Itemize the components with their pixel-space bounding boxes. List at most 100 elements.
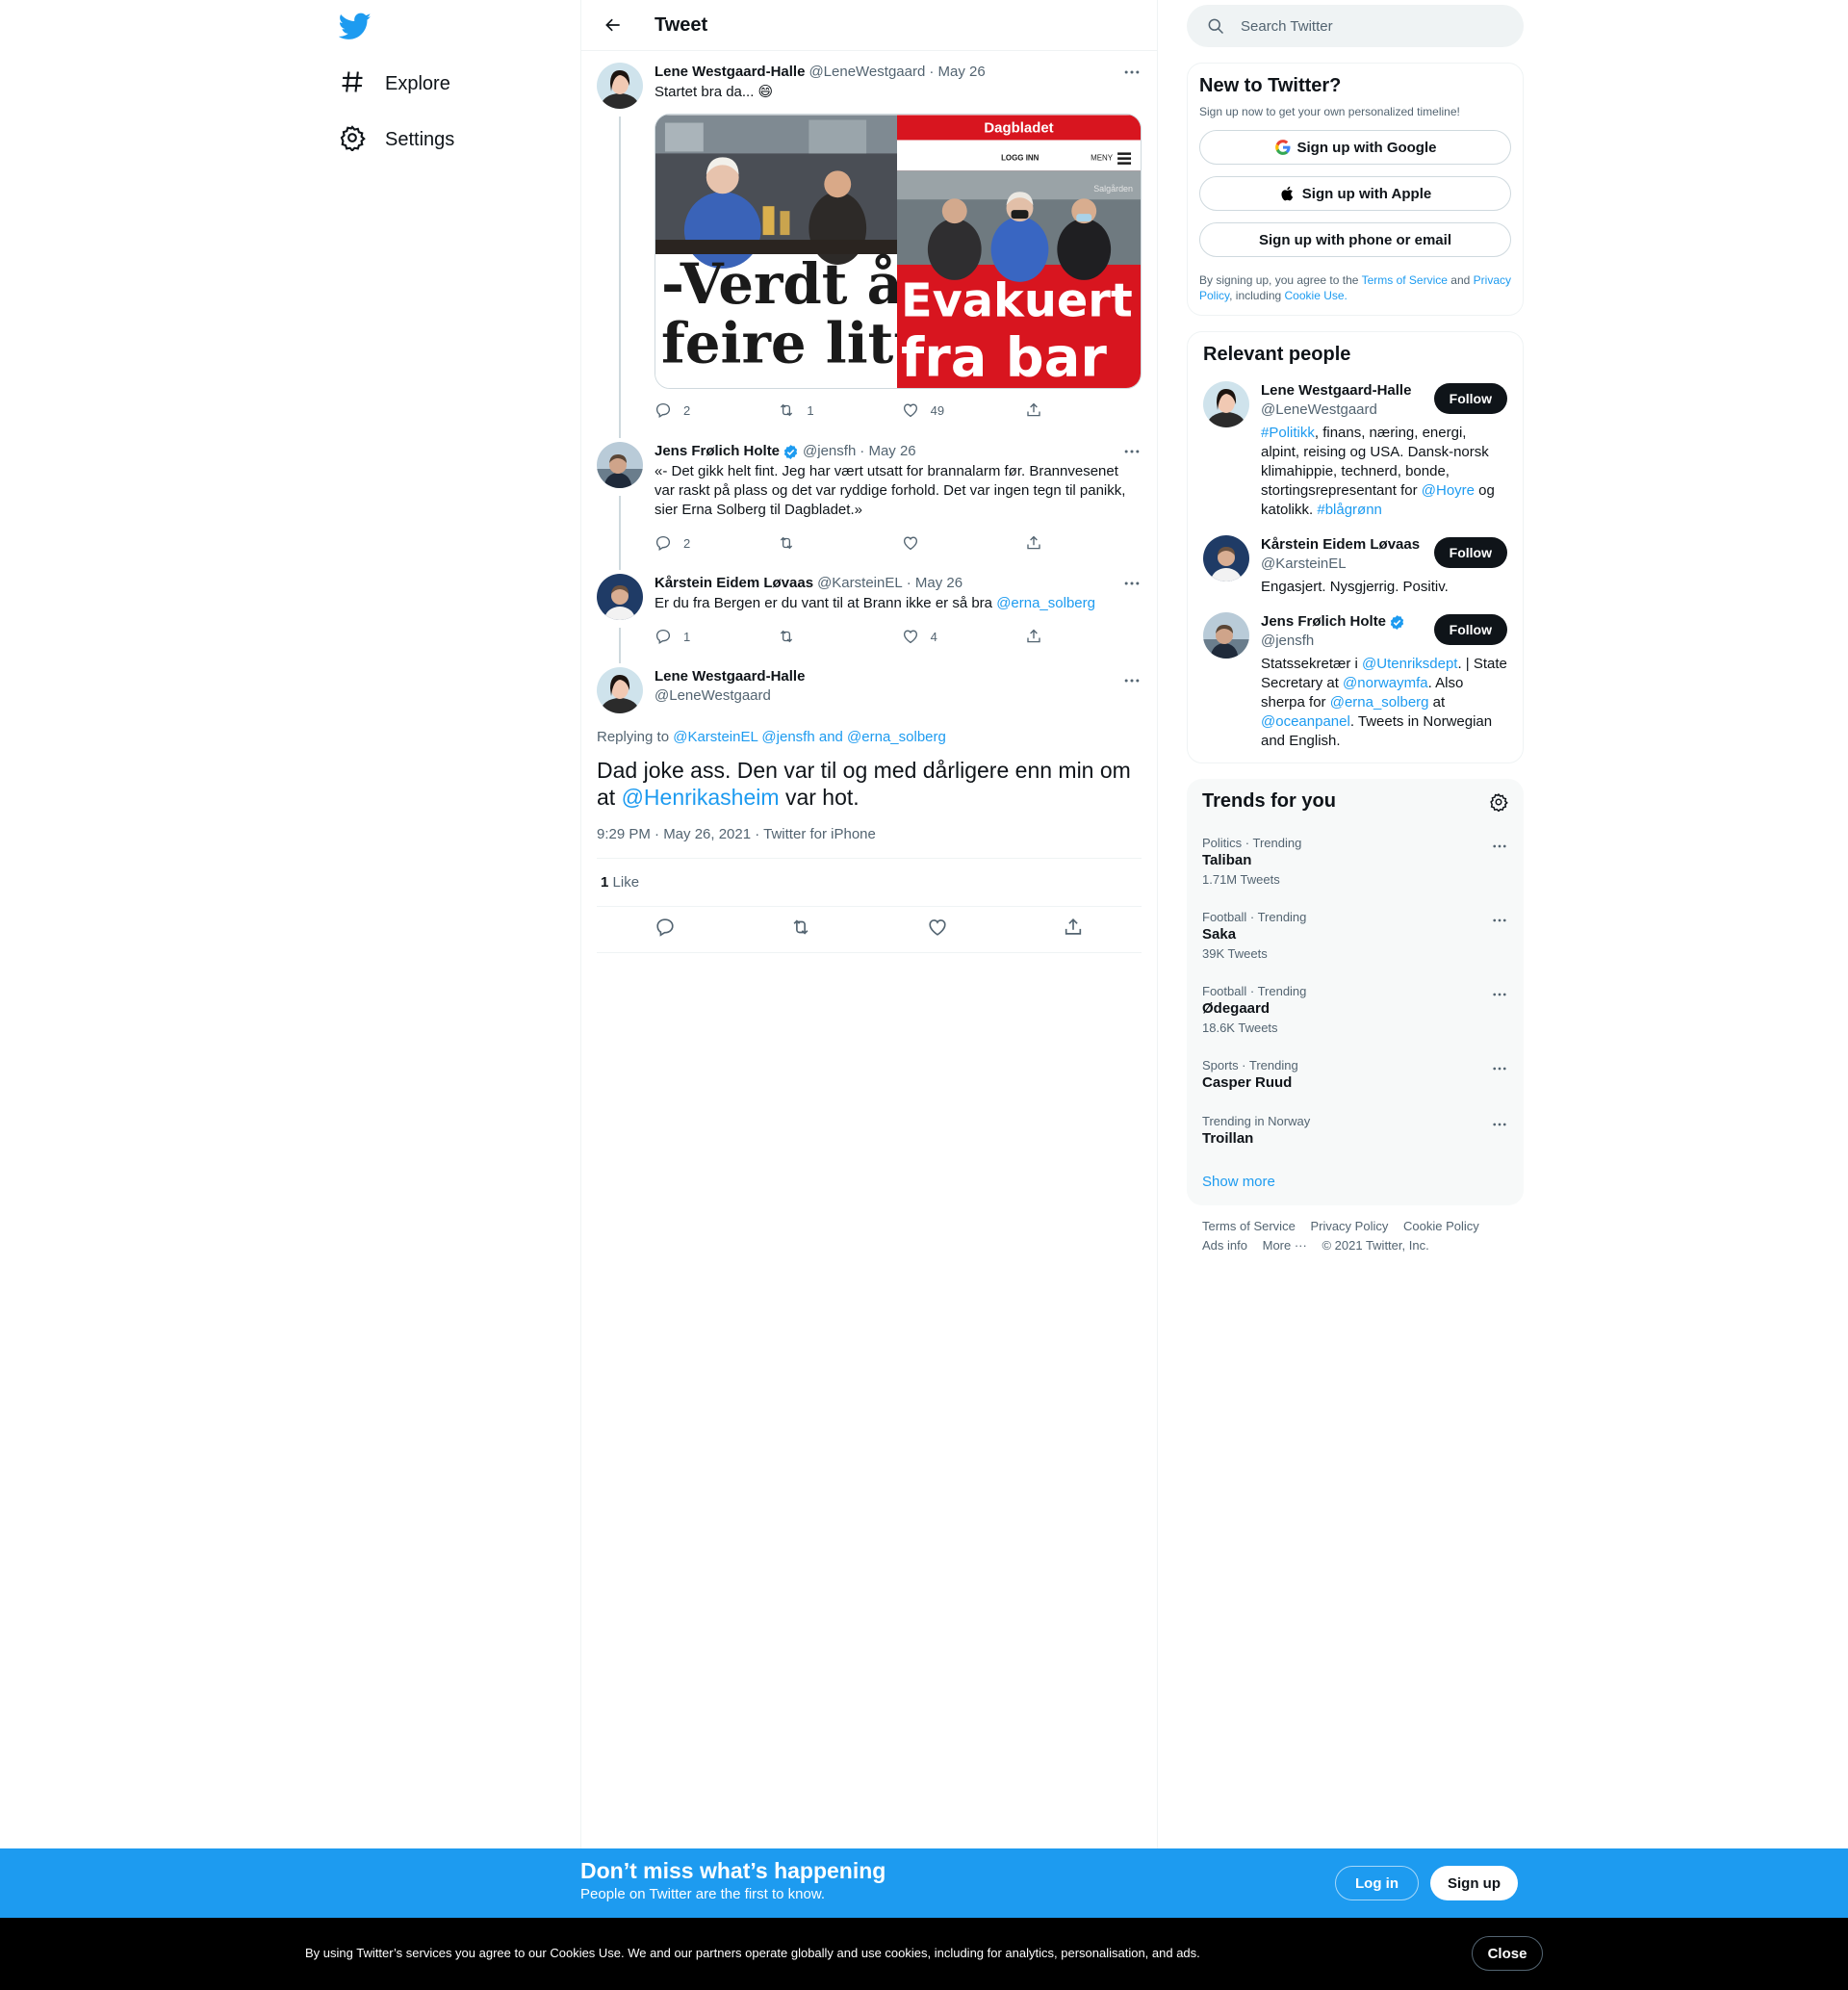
signup-apple-button[interactable]: Sign up with Apple (1199, 176, 1511, 211)
avatar[interactable] (1203, 535, 1249, 581)
tweet-media[interactable]: -Verdt å feire litt Dagbladet LOGG INN M… (654, 114, 1142, 389)
person-item[interactable]: Jens Frølich Holte @jensfh Statssekretær… (1203, 597, 1507, 751)
twitter-logo-icon[interactable] (338, 10, 372, 42)
avatar[interactable] (1203, 612, 1249, 659)
like-button[interactable]: 4 (902, 628, 979, 645)
tweet-timestamp[interactable]: 9:29 PM · May 26, 2021 · Twitter for iPh… (597, 826, 1142, 859)
nav-explore[interactable]: Explore (339, 60, 470, 108)
signup-button[interactable]: Sign up (1430, 1866, 1518, 1900)
retweet-button[interactable]: 1 (778, 401, 855, 419)
mention-link[interactable]: @norwaymfa (1343, 675, 1428, 691)
avatar[interactable] (597, 442, 643, 488)
replying-mentions[interactable]: @KarsteinEL @jensfh and @erna_solberg (673, 729, 946, 745)
person-item[interactable]: Kårstein Eidem Løvaas @KarsteinEL Engasj… (1203, 520, 1507, 597)
hashtag-link[interactable]: #Politikk (1261, 425, 1315, 441)
share-button[interactable] (1063, 917, 1084, 943)
replying-label: Replying to (597, 729, 670, 745)
trend-item[interactable]: Trending in Norway Troillan (1187, 1102, 1524, 1158)
trend-item[interactable]: Sports · Trending Casper Ruud (1187, 1047, 1524, 1102)
retweet-button[interactable] (778, 628, 855, 645)
relevant-people-title: Relevant people (1203, 344, 1351, 365)
mention-link[interactable]: @Utenriksdept (1362, 656, 1457, 672)
author-name[interactable]: Lene Westgaard-Halle (654, 63, 805, 82)
login-button[interactable]: Log in (1335, 1866, 1419, 1900)
like-button[interactable] (927, 917, 948, 943)
more-options-icon[interactable] (1122, 63, 1142, 82)
trend-context: Politics · Trending (1202, 836, 1302, 850)
search-input[interactable]: Search Twitter (1187, 5, 1524, 47)
author-handle[interactable]: @jensfh (803, 442, 856, 461)
person-bio: Engasjert. Nysgjerrig. Positiv. (1261, 579, 1449, 595)
reply-button[interactable]: 2 (654, 534, 732, 552)
footer-cookie-link[interactable]: Cookie Policy (1403, 1219, 1479, 1233)
follow-button[interactable]: Follow (1433, 614, 1507, 645)
person-item[interactable]: Lene Westgaard-Halle @LeneWestgaard #Pol… (1203, 366, 1507, 520)
terms-link[interactable]: Terms of Service (1362, 273, 1448, 287)
trend-item[interactable]: Politics · Trending Taliban 1.71M Tweets (1187, 824, 1524, 898)
media-image-left[interactable]: -Verdt å feire litt (655, 115, 897, 389)
author-name[interactable]: Lene Westgaard-Halle (654, 667, 805, 686)
media-image-right[interactable]: Dagbladet LOGG INN MENY Salgården Evakue… (897, 115, 1141, 389)
avatar[interactable] (597, 574, 643, 620)
footer-ads-link[interactable]: Ads info (1202, 1238, 1247, 1253)
signup-google-button[interactable]: Sign up with Google (1199, 130, 1511, 165)
share-icon (1027, 629, 1040, 643)
more-options-icon[interactable] (1122, 574, 1142, 593)
likes-summary[interactable]: 1 Like (597, 859, 1142, 907)
retweet-button[interactable] (778, 534, 855, 552)
cookie-close-button[interactable]: Close (1472, 1936, 1543, 1971)
trend-item[interactable]: Football · Trending Ødegaard 18.6K Tweet… (1187, 972, 1524, 1047)
more-options-icon[interactable] (1491, 838, 1508, 855)
trend-item[interactable]: Football · Trending Saka 39K Tweets (1187, 898, 1524, 972)
hashtag-link[interactable]: #blågrønn (1317, 502, 1382, 518)
mention-link[interactable]: @Henrikasheim (622, 785, 780, 810)
gear-icon[interactable] (1489, 792, 1508, 812)
author-handle[interactable]: @LeneWestgaard (654, 686, 805, 706)
nav-settings[interactable]: Settings (339, 116, 474, 164)
mention-link[interactable]: @erna_solberg (1330, 694, 1429, 711)
avatar[interactable] (1203, 381, 1249, 427)
tweet-text-part: var hot. (784, 785, 860, 810)
tweet-date[interactable]: · May 26 (860, 442, 915, 461)
show-more-link[interactable]: Show more (1187, 1158, 1524, 1205)
mention-link[interactable]: @erna_solberg (996, 595, 1095, 611)
more-options-icon[interactable] (1491, 986, 1508, 1003)
share-button[interactable] (1025, 534, 1064, 552)
more-options-icon[interactable] (1122, 442, 1142, 461)
mention-link[interactable]: @Hoyre (1422, 482, 1475, 499)
more-options-icon[interactable] (1122, 671, 1142, 690)
reply-button[interactable]: 1 (654, 628, 732, 645)
avatar[interactable] (597, 667, 643, 713)
mention-link[interactable]: @oceanpanel (1261, 713, 1350, 730)
thread-tweet[interactable]: Jens Frølich Holte @jensfh · May 26 «- D… (581, 430, 1157, 570)
avatar[interactable] (597, 63, 643, 109)
author-handle[interactable]: @KarsteinEL (817, 574, 903, 593)
footer-more-link[interactable]: More ··· (1263, 1238, 1307, 1253)
retweet-button[interactable] (790, 917, 811, 943)
back-button[interactable] (597, 9, 629, 41)
thread-tweet[interactable]: Lene Westgaard-Halle @LeneWestgaard · Ma… (581, 51, 1157, 438)
tweet-date[interactable]: · May 26 (929, 63, 985, 82)
more-options-icon[interactable] (1491, 912, 1508, 929)
person-name[interactable]: Jens Frølich Holte (1261, 612, 1386, 632)
like-button[interactable]: 49 (902, 401, 979, 419)
footer-terms-link[interactable]: Terms of Service (1202, 1219, 1296, 1233)
reply-button[interactable] (654, 917, 676, 943)
like-button[interactable] (902, 534, 979, 552)
more-options-icon[interactable] (1491, 1116, 1508, 1133)
author-name[interactable]: Jens Frølich Holte (654, 442, 780, 461)
signup-phone-button[interactable]: Sign up with phone or email (1199, 222, 1511, 257)
share-button[interactable] (1025, 401, 1064, 419)
share-button[interactable] (1025, 628, 1064, 645)
more-options-icon[interactable] (1491, 1060, 1508, 1077)
author-name[interactable]: Kårstein Eidem Løvaas (654, 574, 813, 593)
reply-button[interactable]: 2 (654, 401, 732, 419)
tweet-date[interactable]: · May 26 (907, 574, 962, 593)
author-handle[interactable]: @LeneWestgaard (808, 63, 925, 82)
thread-tweet[interactable]: Kårstein Eidem Løvaas @KarsteinEL · May … (581, 562, 1157, 663)
follow-button[interactable]: Follow (1433, 383, 1507, 414)
cookie-link[interactable]: Cookie Use. (1285, 289, 1348, 302)
follow-button[interactable]: Follow (1433, 537, 1507, 568)
focused-tweet-text: Dad joke ass. Den var til og med dårlige… (597, 757, 1142, 811)
footer-privacy-link[interactable]: Privacy Policy (1310, 1219, 1388, 1233)
